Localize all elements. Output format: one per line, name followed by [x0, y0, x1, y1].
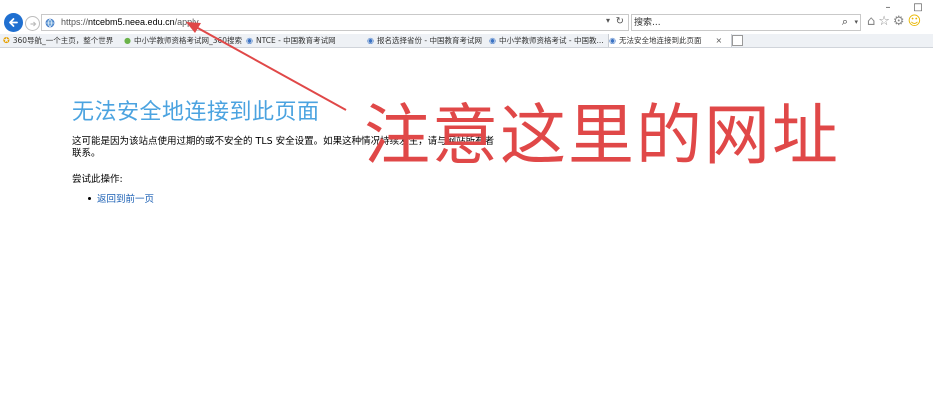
tab-bar: ✪ 360导航_一个主页，整个世界 ● 中小学教师资格考试网_360搜索 ◉ N…	[0, 34, 933, 48]
arrow-right-icon	[30, 21, 36, 26]
refresh-icon[interactable]: ↻	[616, 16, 624, 27]
tab-360-nav[interactable]: ✪ 360导航_一个主页，整个世界	[3, 34, 118, 47]
tab-360-search[interactable]: ● 中小学教师资格考试网_360搜索	[124, 34, 244, 47]
tab-exam[interactable]: ◉ 中小学教师资格考试 - 中国教...	[489, 34, 607, 47]
favorites-star-icon[interactable]: ☆	[878, 14, 890, 30]
arrow-left-icon	[9, 18, 18, 27]
tab-ntce[interactable]: ◉ NTCE - 中国教育考试网	[246, 34, 356, 47]
forward-button[interactable]	[25, 16, 40, 31]
chevron-down-icon[interactable]: ▾	[606, 16, 610, 25]
list-item: 返回到前一页	[88, 191, 154, 205]
smiley-feedback-icon[interactable]: ☺	[908, 14, 922, 30]
gear-icon[interactable]: ⚙	[893, 14, 905, 30]
annotation-text: 注意这里的网址	[364, 97, 840, 174]
favicon-icon: ◉	[367, 36, 374, 45]
tab-province[interactable]: ◉ 报名选择省份 - 中国教育考试网	[367, 34, 487, 47]
back-button[interactable]	[4, 13, 23, 32]
page-title: 无法安全地连接到此页面	[72, 100, 320, 125]
tab-label: 中小学教师资格考试网_360搜索	[133, 36, 243, 45]
search-dropdown-icon[interactable]: ▾	[854, 18, 858, 26]
favicon-icon: ◉	[246, 36, 253, 45]
favicon-icon: ✪	[3, 36, 10, 45]
site-globe-icon	[45, 18, 55, 28]
bullet	[88, 196, 91, 200]
tab-label: NTCE - 中国教育考试网	[255, 36, 336, 45]
new-tab-button[interactable]	[732, 35, 743, 46]
search-box[interactable]: ⌕ ▾	[631, 14, 861, 31]
favicon-icon: ●	[124, 36, 131, 45]
tab-label: 报名选择省份 - 中国教育考试网	[376, 36, 482, 45]
search-input[interactable]	[634, 16, 824, 29]
url-text: https://ntcebm5.neea.edu.cn/apply	[61, 17, 199, 27]
home-icon[interactable]: ⌂	[867, 14, 875, 30]
try-label: 尝试此操作:	[72, 174, 123, 185]
address-bar[interactable]: https://ntcebm5.neea.edu.cn/apply ▾ ↻	[41, 14, 629, 31]
tab-label: 无法安全地连接到此页面	[618, 36, 702, 45]
url-path: /apply	[174, 17, 199, 27]
favicon-icon: ◉	[609, 36, 616, 45]
back-link[interactable]: 返回到前一页	[97, 191, 154, 205]
tab-label: 360导航_一个主页，整个世界	[12, 36, 114, 45]
tab-active[interactable]: ◉ 无法安全地连接到此页面 ×	[608, 34, 732, 47]
url-host: ntcebm5.neea.edu.cn	[88, 17, 175, 27]
toolbar-icons: ⌂ ☆ ⚙ ☺	[867, 14, 921, 30]
favicon-icon: ◉	[489, 36, 496, 45]
url-prefix: https://	[61, 17, 89, 27]
tab-label: 中小学教师资格考试 - 中国教...	[498, 36, 604, 45]
search-icon[interactable]: ⌕	[842, 15, 848, 29]
navigation-bar: https://ntcebm5.neea.edu.cn/apply ▾ ↻ ⌕ …	[0, 12, 933, 34]
close-icon[interactable]: ×	[715, 36, 722, 45]
